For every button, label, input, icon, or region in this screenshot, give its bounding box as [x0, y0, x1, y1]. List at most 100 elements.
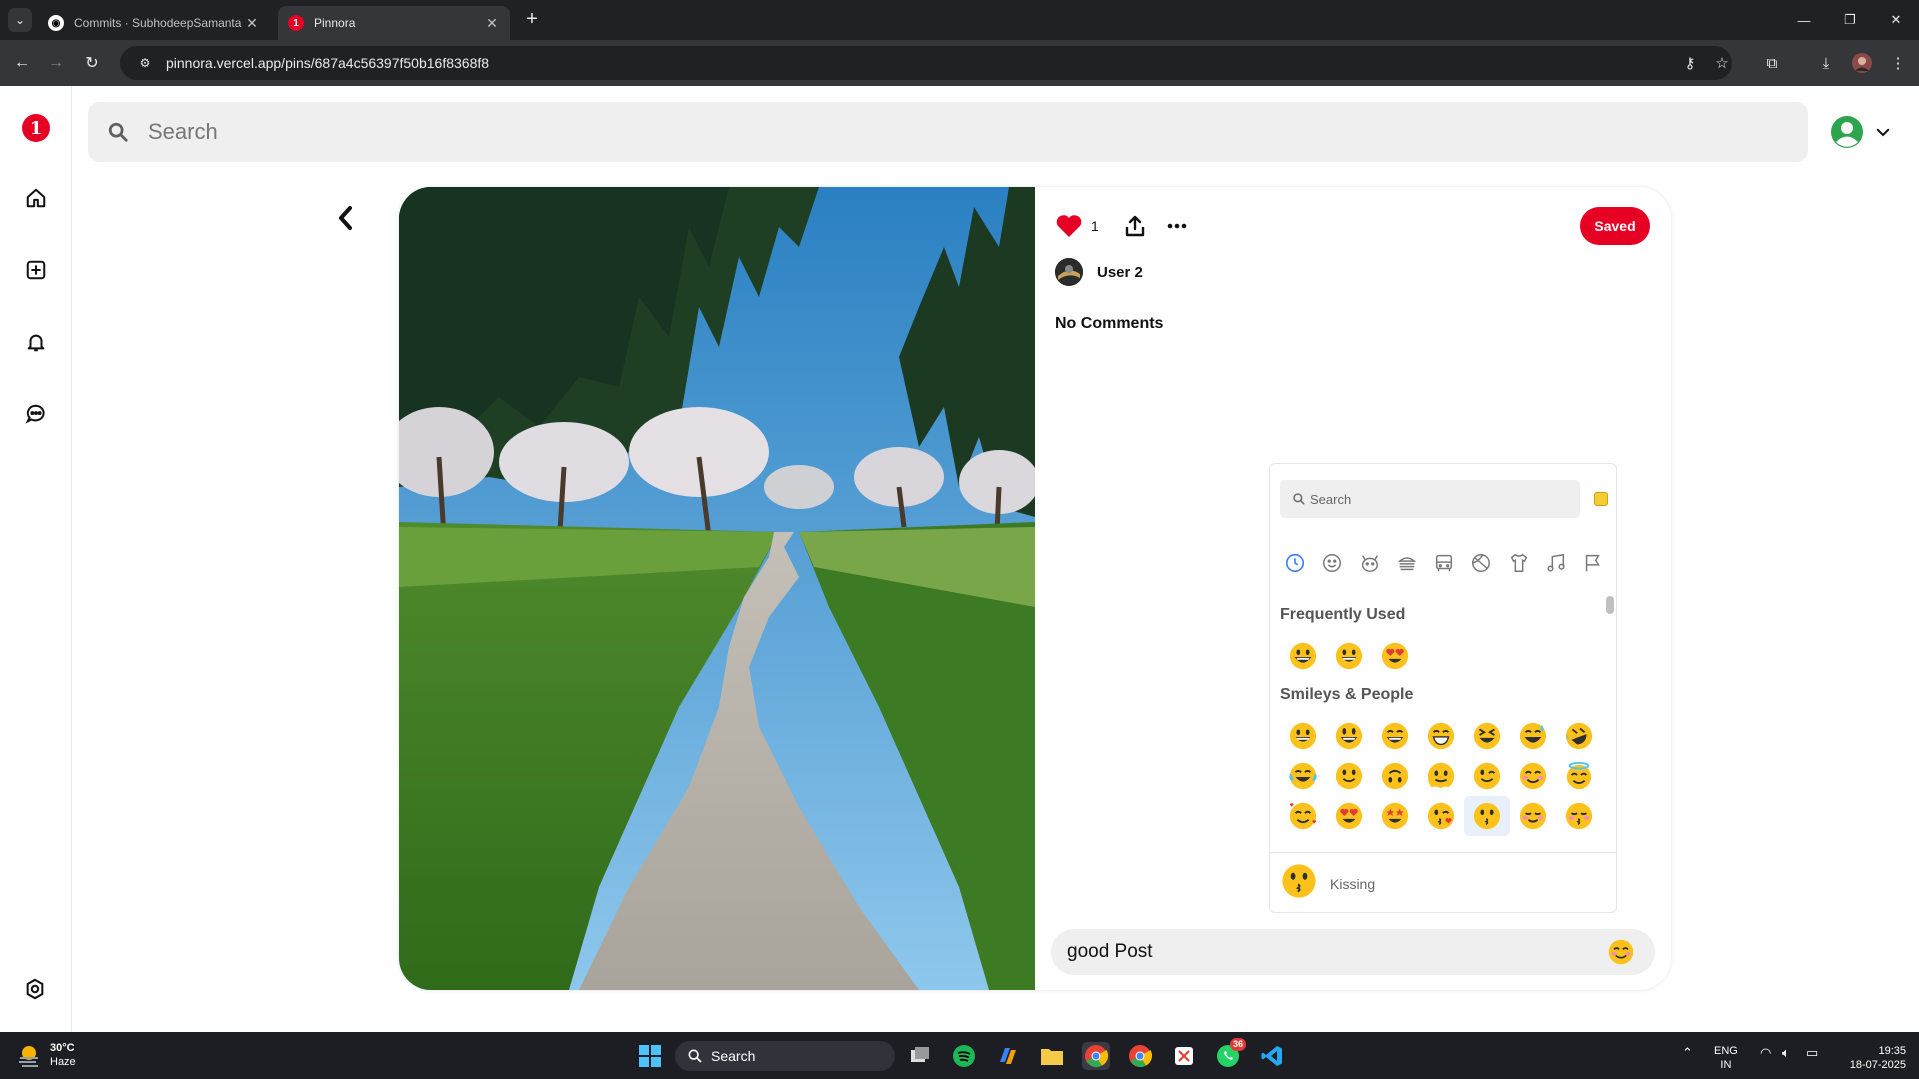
site-info-icon[interactable]: ⚙ — [130, 56, 160, 70]
flags-icon[interactable] — [1580, 550, 1606, 576]
vscode-icon[interactable] — [1258, 1042, 1286, 1070]
chrome-active-icon[interactable] — [1082, 1042, 1110, 1070]
chevron-down-icon[interactable] — [1874, 123, 1892, 141]
restore-icon[interactable]: ❐ — [1827, 0, 1873, 40]
windows-start-icon[interactable] — [636, 1042, 664, 1070]
extensions-icon[interactable]: ⧉ — [1760, 51, 1784, 75]
minimize-icon[interactable]: — — [1781, 0, 1827, 40]
smiley-emoji[interactable] — [1326, 716, 1372, 756]
bell-icon[interactable] — [24, 330, 48, 354]
new-tab-button[interactable]: + — [520, 8, 544, 32]
laughing-emoji[interactable] — [1464, 716, 1510, 756]
spotify-icon[interactable] — [950, 1042, 978, 1070]
wifi-icon[interactable]: ◠ — [1760, 1046, 1771, 1060]
snipping-tool-icon[interactable] — [1170, 1042, 1198, 1070]
grinning-emoji[interactable] — [1326, 636, 1372, 676]
heart-eyes-emoji[interactable] — [1372, 636, 1418, 676]
task-view-icon[interactable] — [906, 1042, 934, 1070]
browser-menu-icon[interactable]: ⋮ — [1886, 51, 1910, 75]
settings-icon[interactable] — [24, 978, 48, 1002]
account-menu[interactable] — [1830, 114, 1900, 150]
tray-overflow-icon[interactable]: ⌃ — [1682, 1046, 1693, 1060]
emoji-toggle-icon[interactable] — [1607, 938, 1635, 966]
melting-emoji[interactable] — [1418, 756, 1464, 796]
close-tab-icon[interactable]: ✕ — [244, 15, 260, 32]
relaxed-emoji[interactable] — [1510, 796, 1556, 836]
grinning-big-eyes-emoji[interactable] — [1280, 636, 1326, 676]
smile-emoji[interactable] — [1372, 716, 1418, 756]
password-key-icon[interactable]: ⚷ — [1678, 51, 1702, 75]
taskbar-search[interactable]: Search — [675, 1041, 895, 1071]
wink-emoji[interactable] — [1464, 756, 1510, 796]
language-indicator[interactable]: ENG IN — [1714, 1044, 1738, 1072]
comment-input[interactable] — [1067, 941, 1607, 963]
recent-icon[interactable] — [1282, 550, 1308, 576]
copilot-icon[interactable] — [994, 1042, 1022, 1070]
file-explorer-icon[interactable] — [1038, 1042, 1066, 1070]
user-avatar-icon[interactable] — [1830, 115, 1864, 149]
symbols-icon[interactable] — [1543, 550, 1569, 576]
comment-box[interactable] — [1051, 929, 1655, 975]
back-button[interactable] — [328, 200, 364, 236]
innocent-emoji[interactable] — [1556, 756, 1602, 796]
beaming-emoji[interactable] — [1418, 716, 1464, 756]
star-struck-emoji[interactable] — [1372, 796, 1418, 836]
kissing-heart-emoji[interactable] — [1418, 796, 1464, 836]
download-icon[interactable]: ⤓ — [1814, 51, 1838, 75]
address-bar[interactable]: ⚙ pinnora.vercel.app/pins/687a4c56397f50… — [120, 46, 1732, 80]
back-icon[interactable]: ← — [10, 51, 34, 75]
heart-eyes-emoji[interactable] — [1326, 796, 1372, 836]
animal-icon[interactable] — [1357, 550, 1383, 576]
close-window-icon[interactable]: ✕ — [1873, 0, 1919, 40]
clock[interactable]: 19:35 18-07-2025 — [1836, 1044, 1906, 1072]
forward-icon[interactable]: → — [44, 51, 68, 75]
emoji-search-input[interactable] — [1310, 491, 1560, 507]
activity-icon[interactable] — [1468, 550, 1494, 576]
search-input[interactable] — [148, 119, 1648, 145]
tab-search-button[interactable]: ⌄ — [8, 8, 32, 32]
sweat-smile-emoji[interactable] — [1510, 716, 1556, 756]
reload-icon[interactable]: ↻ — [80, 51, 104, 75]
pin-image[interactable] — [399, 187, 1035, 990]
smiling-hearts-emoji[interactable] — [1280, 796, 1326, 836]
emoji-scrollbar[interactable] — [1606, 596, 1614, 614]
skin-tone-selector[interactable] — [1594, 492, 1608, 506]
pinnora-logo-icon[interactable]: 1 — [22, 114, 50, 142]
objects-icon[interactable] — [1506, 550, 1532, 576]
tab-title: Commits · SubhodeepSamanta — [74, 16, 242, 30]
grinning-emoji[interactable] — [1280, 716, 1326, 756]
top-search-bar[interactable] — [88, 102, 1808, 162]
chrome-profile-icon[interactable] — [1126, 1042, 1154, 1070]
more-options-icon[interactable] — [1165, 214, 1189, 238]
rofl-emoji[interactable] — [1556, 716, 1602, 756]
pin-author[interactable]: User 2 — [1055, 258, 1143, 286]
author-name[interactable]: User 2 — [1097, 264, 1143, 281]
tab-github[interactable]: ◉ Commits · SubhodeepSamanta ✕ — [38, 6, 270, 40]
blush-emoji[interactable] — [1510, 756, 1556, 796]
upside-down-emoji[interactable] — [1372, 756, 1418, 796]
travel-icon[interactable] — [1431, 550, 1457, 576]
url-text[interactable]: pinnora.vercel.app/pins/687a4c56397f50b1… — [166, 55, 489, 71]
share-icon[interactable] — [1123, 214, 1147, 238]
whatsapp-icon[interactable]: 36 — [1214, 1038, 1247, 1070]
chat-icon[interactable] — [24, 402, 48, 426]
weather-widget[interactable]: 30°C Haze — [16, 1041, 76, 1069]
close-tab-icon[interactable]: ✕ — [484, 15, 500, 32]
slight-smile-emoji[interactable] — [1326, 756, 1372, 796]
emoji-search-field[interactable] — [1280, 480, 1580, 518]
battery-icon[interactable]: ▭ — [1806, 1046, 1818, 1060]
home-icon[interactable] — [24, 186, 48, 210]
volume-icon[interactable]: 🔈︎ — [1782, 1046, 1790, 1060]
profile-avatar-icon[interactable] — [1850, 51, 1874, 75]
heart-icon[interactable] — [1055, 213, 1083, 239]
kissing-emoji[interactable] — [1464, 796, 1510, 836]
saved-button[interactable]: Saved — [1580, 207, 1650, 245]
tab-pinnora[interactable]: 1 Pinnora ✕ — [278, 6, 510, 40]
author-avatar[interactable] — [1055, 258, 1083, 286]
food-icon[interactable] — [1394, 550, 1420, 576]
kissing-closed-eyes-emoji[interactable] — [1556, 796, 1602, 836]
joy-emoji[interactable] — [1280, 756, 1326, 796]
smiley-icon[interactable] — [1319, 550, 1345, 576]
bookmark-star-icon[interactable]: ☆ — [1710, 51, 1734, 75]
create-icon[interactable] — [24, 258, 48, 282]
